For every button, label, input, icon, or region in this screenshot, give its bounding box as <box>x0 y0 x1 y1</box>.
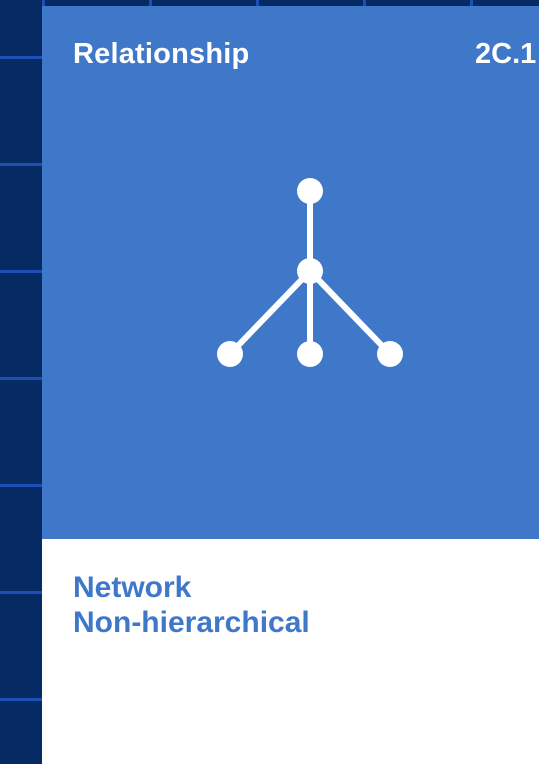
card-title-line-1: Network <box>73 571 192 604</box>
card-title: Network Non-hierarchical <box>73 570 310 640</box>
card-code: 2C.1 <box>475 38 537 70</box>
card-header-area: Relationship 2C.1 <box>42 6 539 539</box>
relationship-card: Relationship 2C.1 Network Non-hierarchic… <box>42 6 539 764</box>
network-tree-icon <box>217 178 403 367</box>
card-category: Relationship <box>73 38 250 70</box>
card-title-line-2: Non-hierarchical <box>73 606 310 639</box>
